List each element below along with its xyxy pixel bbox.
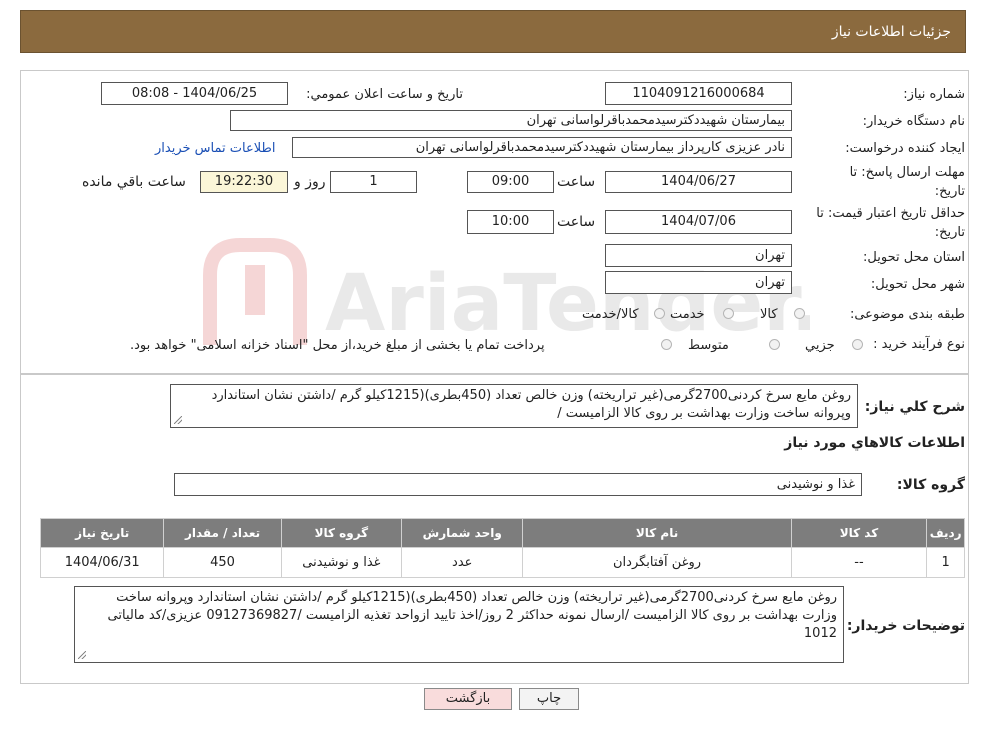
process-radio-medium[interactable] xyxy=(769,339,780,350)
process-radio-minor[interactable] xyxy=(852,339,863,350)
col-quantity: تعداد / مقدار xyxy=(163,518,282,548)
cell-need-date: 1404/06/31 xyxy=(39,547,165,578)
province-field: تهران xyxy=(605,244,792,267)
cell-row: 1 xyxy=(926,547,965,578)
buyer-notes-text: روغن مایع سرخ کردنی2700گرمی(غیر تراریخته… xyxy=(107,590,837,641)
summary-textarea[interactable]: روغن مایع سرخ کردنی2700گرمی(غیر تراریخته… xyxy=(170,384,858,428)
cell-unit: عدد xyxy=(401,547,524,578)
resize-grip-icon[interactable] xyxy=(174,416,182,424)
price-validity-time-label: ساعت xyxy=(557,214,596,230)
resize-grip-icon[interactable] xyxy=(78,651,86,659)
price-validity-label: حداقل تاريخ اعتبار قيمت: تا xyxy=(816,206,965,221)
price-validity-label-date: تاريخ: xyxy=(934,225,965,240)
days-remaining-field: 1 xyxy=(330,171,417,193)
cell-name: روغن آفتابگردان xyxy=(522,547,792,578)
goods-table: رديف كد كالا نام كالا واحد شمارش گروه كا… xyxy=(39,518,965,578)
need-number-field: 1104091216000684 xyxy=(605,82,792,105)
announce-label: تاریخ و ساعت اعلان عمومي: xyxy=(306,87,463,102)
category-label: طبقه بندی موضوعی: xyxy=(849,307,965,322)
col-group: گروه كالا xyxy=(280,518,403,548)
process-option-minor: جزيي xyxy=(805,338,835,353)
category-option-goods-service: کالا/خدمت xyxy=(582,307,639,322)
deadline-date-field: 1404/06/27 xyxy=(605,171,792,193)
goods-section-title: اطلاعات كالاهاي مورد نياز xyxy=(784,435,965,451)
col-unit: واحد شمارش xyxy=(401,518,524,548)
creator-field: نادر عزیزی کارپرداز بیمارستان شهیددکترسی… xyxy=(292,137,792,158)
category-radio-goods-service[interactable] xyxy=(654,308,665,319)
col-need-date: تاريخ نياز xyxy=(39,518,165,548)
goods-group-field: غذا و نوشیدنی xyxy=(174,473,862,496)
summary-label: شرح كلي نياز: xyxy=(864,399,965,415)
summary-text: روغن مایع سرخ کردنی2700گرمی(غیر تراریخته… xyxy=(211,388,851,421)
deadline-label-date: تاريخ: xyxy=(934,184,965,199)
deadline-label: مهلت ارسال پاسخ: تا xyxy=(849,165,965,180)
goods-table-header: رديف كد كالا نام كالا واحد شمارش گروه كا… xyxy=(39,518,965,548)
back-button[interactable]: بازگشت xyxy=(424,688,512,710)
need-number-label: شماره نیاز: xyxy=(903,87,965,102)
treasury-note: پرداخت تمام يا بخشی از مبلغ خريد،از محل … xyxy=(130,338,545,353)
remaining-time-label: ساعت باقي مانده xyxy=(82,174,186,190)
category-radio-goods[interactable] xyxy=(794,308,805,319)
process-option-medium: متوسط xyxy=(688,338,729,353)
buyer-notes-textarea[interactable]: روغن مایع سرخ کردنی2700گرمی(غیر تراریخته… xyxy=(74,586,844,663)
cell-code: -- xyxy=(790,547,928,578)
page-title: جزئیات اطلاعات نیاز xyxy=(831,24,951,40)
treasury-checkbox[interactable] xyxy=(661,339,672,350)
buyer-contact-link[interactable]: اطلاعات تماس خريدار xyxy=(155,140,275,158)
deadline-time-field: 09:00 xyxy=(467,171,554,193)
buyer-notes-label: توضيحات خريدار: xyxy=(846,618,965,634)
city-field: تهران xyxy=(605,271,792,294)
buyer-org-field: بیمارستان شهیددکترسیدمحمدباقرلواسانی تهر… xyxy=(230,110,792,131)
goods-group-label: گروه كالا: xyxy=(896,477,965,493)
process-type-label: نوع فرآيند خريد : xyxy=(873,337,965,352)
col-name: نام كالا xyxy=(522,518,792,548)
print-button[interactable]: چاپ xyxy=(519,688,579,710)
price-validity-date-field: 1404/07/06 xyxy=(605,210,792,234)
table-row[interactable]: 1 -- روغن آفتابگردان عدد غذا و نوشیدنی 4… xyxy=(39,547,965,578)
category-option-service: خدمت xyxy=(670,307,705,322)
remaining-time-field: 19:22:30 xyxy=(200,171,288,193)
days-label: روز و xyxy=(294,174,326,190)
cell-quantity: 450 xyxy=(163,547,282,578)
col-code: كد كالا xyxy=(790,518,928,548)
cell-group: غذا و نوشیدنی xyxy=(280,547,403,578)
city-label: شهر محل تحويل: xyxy=(870,277,965,292)
province-label: استان محل تحويل: xyxy=(863,250,965,265)
col-row: رديف xyxy=(926,518,965,548)
creator-label: ايجاد كننده درخواست: xyxy=(845,141,965,156)
deadline-time-label: ساعت xyxy=(557,174,596,190)
announce-datetime-field: 1404/06/25 - 08:08 xyxy=(101,82,288,105)
category-radio-service[interactable] xyxy=(723,308,734,319)
buyer-org-label: نام دستگاه خريدار: xyxy=(862,114,965,129)
price-validity-time-field: 10:00 xyxy=(467,210,554,234)
category-option-goods: کالا xyxy=(760,307,778,322)
page-header: جزئیات اطلاعات نیاز xyxy=(20,10,966,53)
